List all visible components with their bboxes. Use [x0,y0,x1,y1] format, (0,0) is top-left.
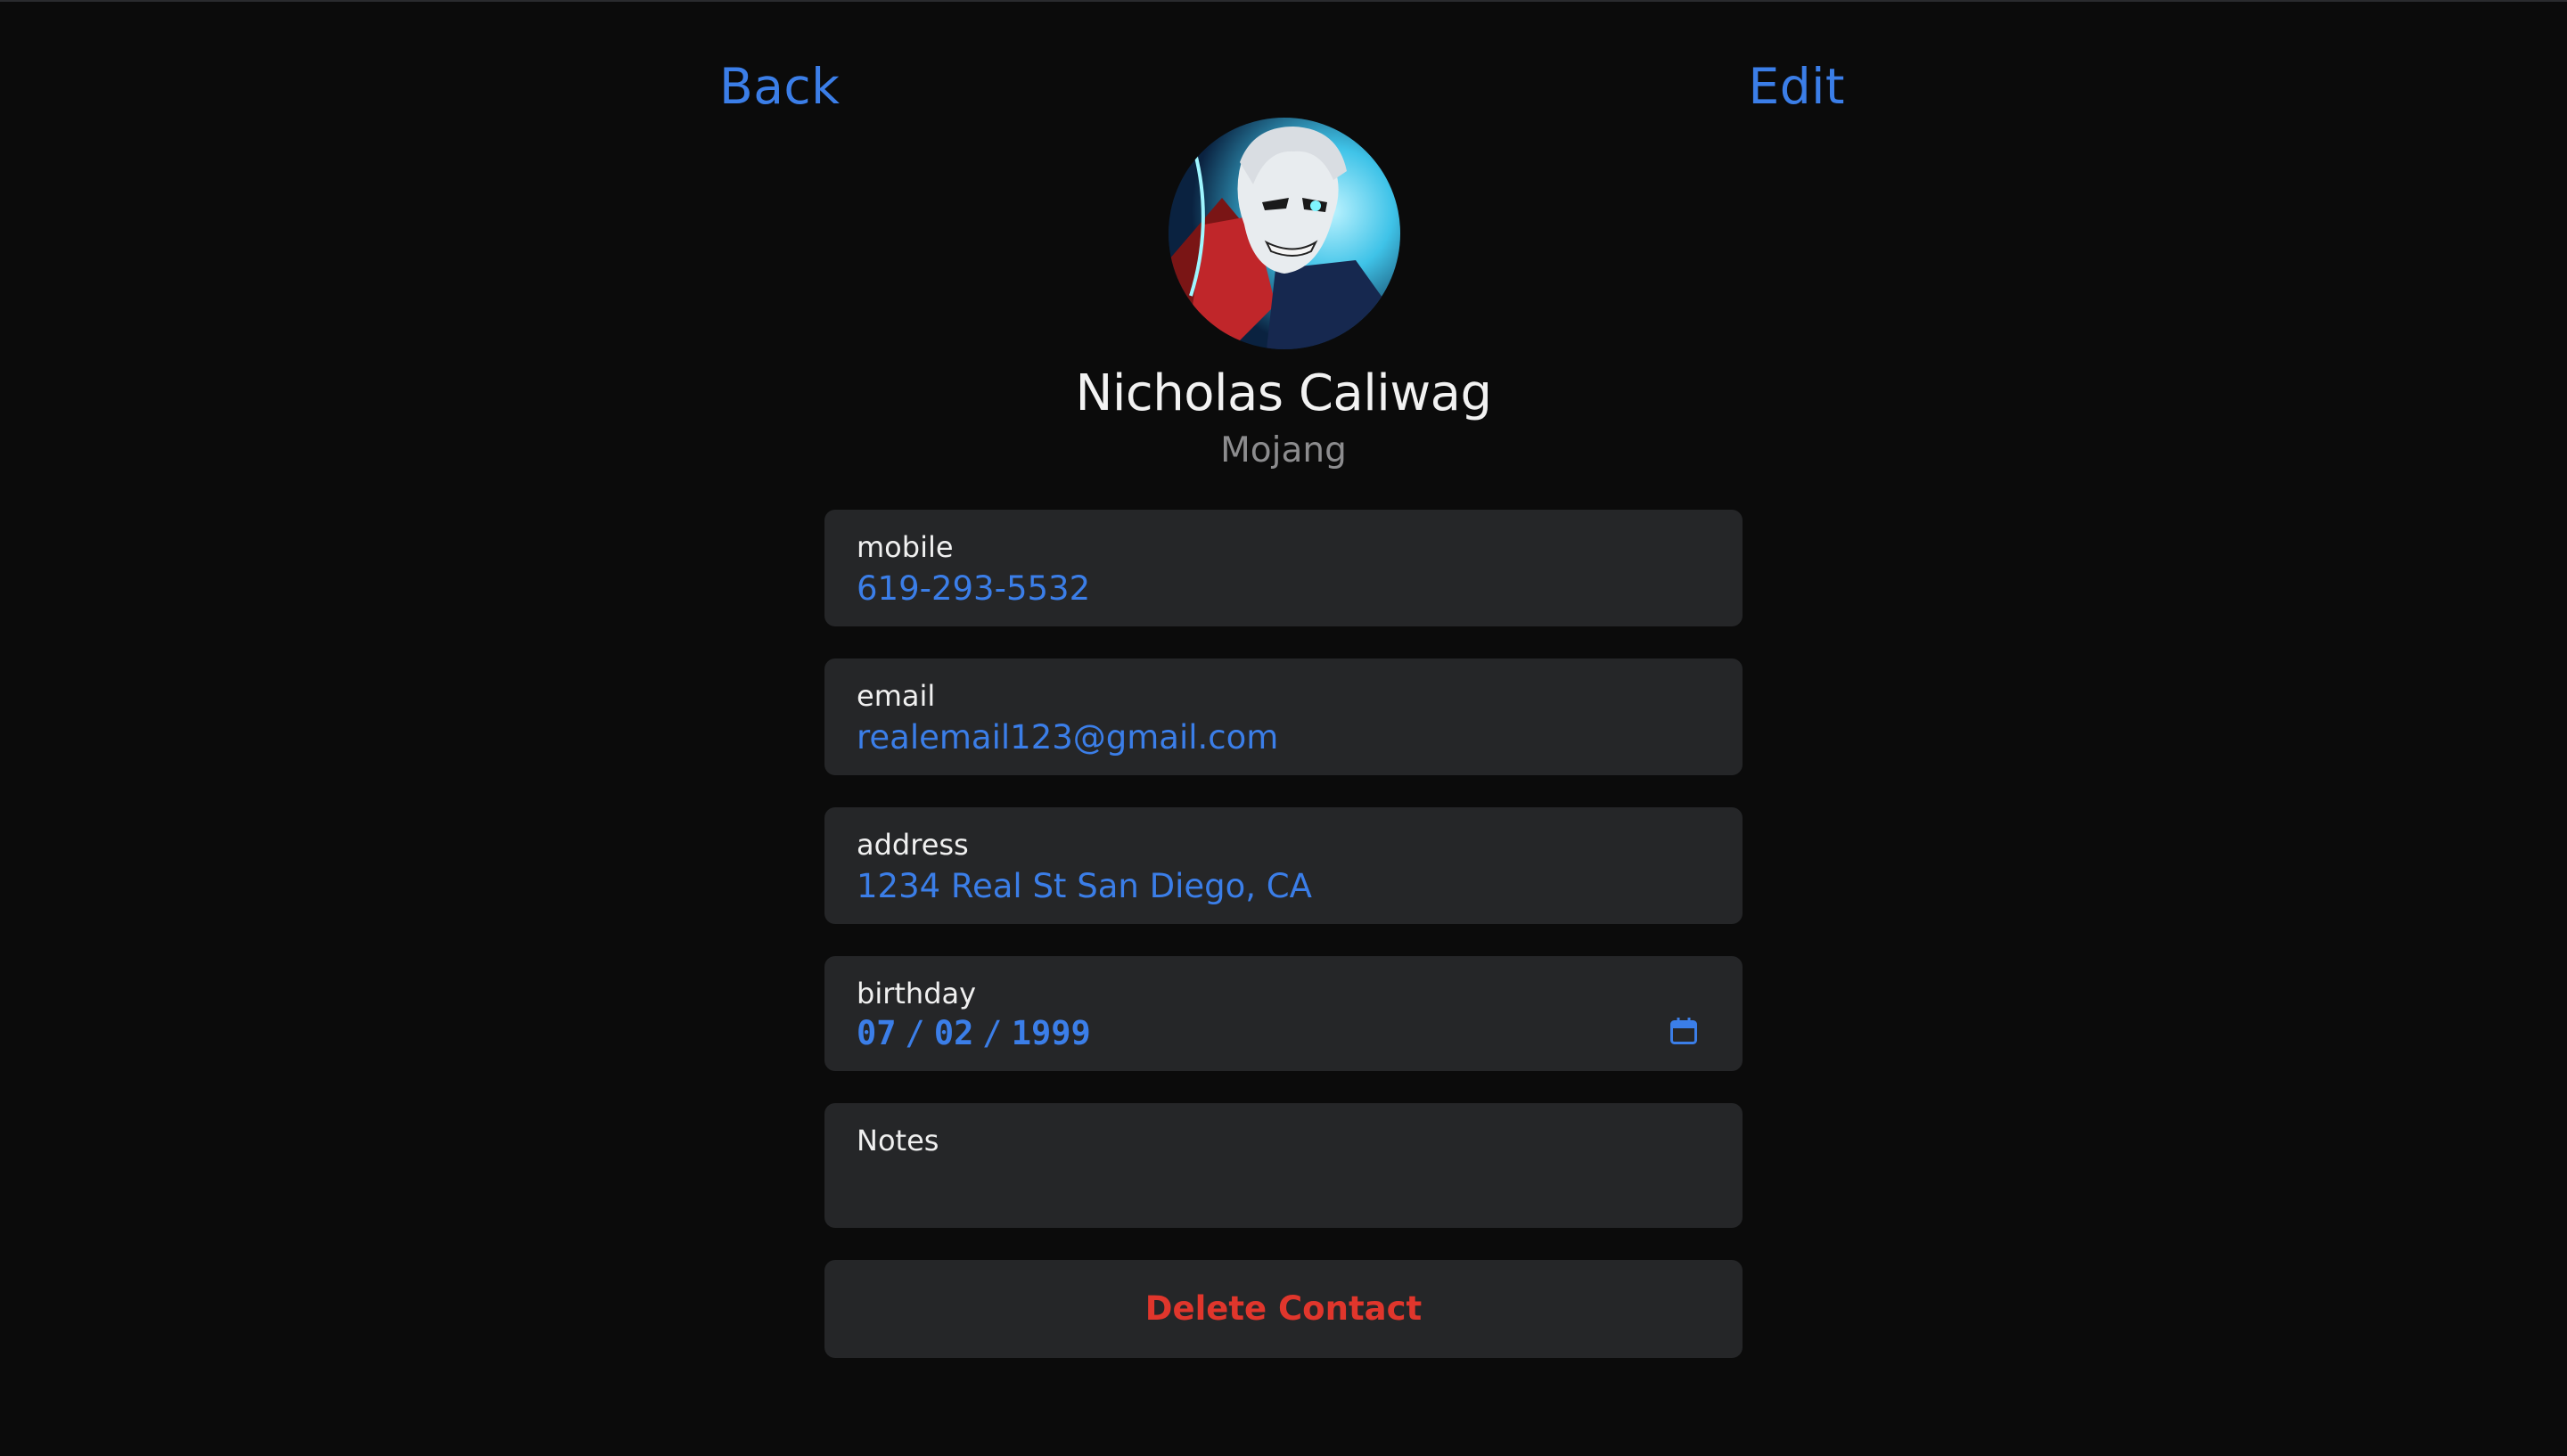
avatar-photo-icon [1169,118,1400,349]
contact-company: Mojang [1220,430,1347,470]
mobile-field: mobile 619-293-5532 [824,510,1743,626]
delete-contact-label: Delete Contact [1144,1289,1423,1328]
back-link[interactable]: Back [719,55,841,118]
notes-field[interactable]: Notes [824,1103,1743,1228]
birthday-field: birthday 07/02/1999 [824,956,1743,1071]
email-value[interactable]: realemail123@gmail.com [857,716,1278,760]
email-label: email [857,679,936,713]
address-value[interactable]: 1234 Real St San Diego, CA [857,864,1312,909]
window-top-border [0,0,2567,2]
address-field: address 1234 Real St San Diego, CA [824,807,1743,924]
birthday-date-input[interactable]: 07/02/1999 [857,1011,1091,1056]
address-label: address [857,828,969,862]
contact-name: Nicholas Caliwag [1075,364,1492,422]
date-separator: / [982,1014,1003,1052]
calendar-icon[interactable] [1668,1015,1700,1047]
mobile-label: mobile [857,530,954,564]
birthday-year[interactable]: 1999 [1012,1014,1091,1052]
delete-contact-button[interactable]: Delete Contact [824,1260,1743,1358]
mobile-value[interactable]: 619-293-5532 [857,567,1090,611]
birthday-label: birthday [857,977,977,1010]
birthday-month[interactable]: 07 [857,1014,897,1052]
email-field: email realemail123@gmail.com [824,658,1743,775]
notes-label: Notes [857,1124,939,1157]
avatar [1169,118,1400,349]
edit-link[interactable]: Edit [1748,55,1845,118]
date-separator: / [905,1014,925,1052]
birthday-day[interactable]: 02 [934,1014,974,1052]
